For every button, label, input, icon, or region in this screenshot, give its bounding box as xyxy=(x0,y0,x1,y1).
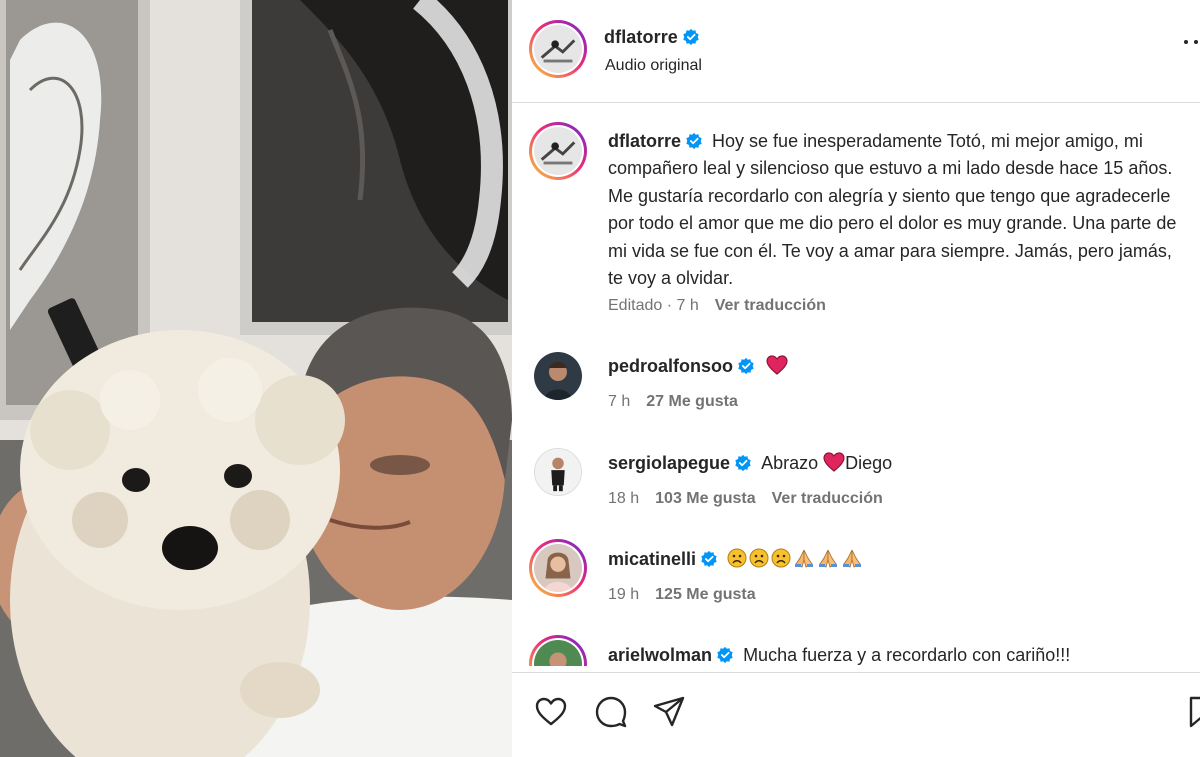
caption-text: Hoy se fue inesperadamente Totó, mi mejo… xyxy=(608,131,1177,289)
verified-badge-icon xyxy=(701,550,717,568)
verified-badge-icon xyxy=(738,357,754,375)
sad-face-emoji-icon xyxy=(749,548,769,568)
comment-likes[interactable]: 103 Me gusta xyxy=(655,490,755,507)
comment-bubble-icon[interactable] xyxy=(594,695,628,729)
comment-time: 19 h xyxy=(608,586,640,603)
comment-avatar-micatinelli[interactable] xyxy=(529,539,587,597)
comment-arielwolman: arielwolman Mucha fuerza y a recordarlo … xyxy=(608,645,1070,666)
comment-username[interactable]: sergiolapegue xyxy=(608,453,730,473)
praying-hands-emoji-icon xyxy=(843,549,862,568)
more-options-icon[interactable] xyxy=(1184,40,1200,48)
comment-meta-micatinelli: 19 h 125 Me gusta xyxy=(608,586,772,604)
verified-badge-icon xyxy=(717,646,733,664)
comment-avatar-pedroalfonsoo[interactable] xyxy=(534,352,582,400)
comment-time: 18 h xyxy=(608,490,640,507)
verified-badge-icon xyxy=(735,454,751,472)
caption-meta: Editado · 7 h Ver traducción xyxy=(608,297,842,315)
comment-likes[interactable]: 27 Me gusta xyxy=(646,393,738,410)
comment-pedroalfonsoo: pedroalfonsoo xyxy=(608,355,788,377)
caption-username[interactable]: dflatorre xyxy=(608,131,681,151)
praying-hands-emoji-icon xyxy=(819,549,838,568)
red-heart-emoji-icon xyxy=(823,452,845,472)
comment-username[interactable]: micatinelli xyxy=(608,549,696,569)
author-username[interactable]: dflatorre xyxy=(604,27,700,48)
post-photo[interactable] xyxy=(0,0,512,757)
praying-hands-emoji-icon xyxy=(795,549,814,568)
verified-badge-icon xyxy=(686,132,702,150)
caption-translate-link[interactable]: Ver traducción xyxy=(715,297,826,314)
comment-translate-link[interactable]: Ver traducción xyxy=(772,490,883,507)
post-actions-bar xyxy=(512,672,1200,757)
caption-edited-time: Editado · 7 h xyxy=(608,297,699,314)
comment-text-before: Abrazo xyxy=(761,453,819,473)
post-caption: dflatorre Hoy se fue inesperadamente Tot… xyxy=(608,128,1188,292)
comment-meta-sergiolapegue: 18 h 103 Me gusta Ver traducción xyxy=(608,490,899,508)
bookmark-icon[interactable] xyxy=(1186,695,1200,729)
author-username-text[interactable]: dflatorre xyxy=(604,27,678,47)
comment-likes[interactable]: 125 Me gusta xyxy=(655,586,755,603)
caption-avatar[interactable] xyxy=(529,122,587,180)
red-heart-emoji-icon xyxy=(766,355,788,375)
comment-micatinelli: micatinelli xyxy=(608,548,865,570)
sad-face-emoji-icon xyxy=(771,548,791,568)
comment-text-after: Diego xyxy=(845,453,893,473)
comment-username[interactable]: arielwolman xyxy=(608,645,712,665)
heart-outline-icon[interactable] xyxy=(534,695,568,729)
audio-label[interactable]: Audio original xyxy=(605,57,702,75)
comment-time: 7 h xyxy=(608,393,631,410)
comment-meta-pedroalfonsoo: 7 h 27 Me gusta xyxy=(608,393,754,411)
author-avatar[interactable] xyxy=(529,20,587,78)
sad-face-emoji-icon xyxy=(727,548,747,568)
post-side-panel: dflatorre Audio original dflatorre Hoy s… xyxy=(512,0,1200,757)
verified-badge-icon xyxy=(683,28,699,46)
paper-plane-icon[interactable] xyxy=(652,695,686,729)
comment-avatar-sergiolapegue[interactable] xyxy=(534,448,582,496)
comment-username[interactable]: pedroalfonsoo xyxy=(608,356,733,376)
post-header: dflatorre Audio original xyxy=(512,0,1200,103)
comment-sergiolapegue: sergiolapegue Abrazo Diego xyxy=(608,452,892,474)
comment-text: Mucha fuerza y a recordarlo con cariño!!… xyxy=(743,645,1071,665)
